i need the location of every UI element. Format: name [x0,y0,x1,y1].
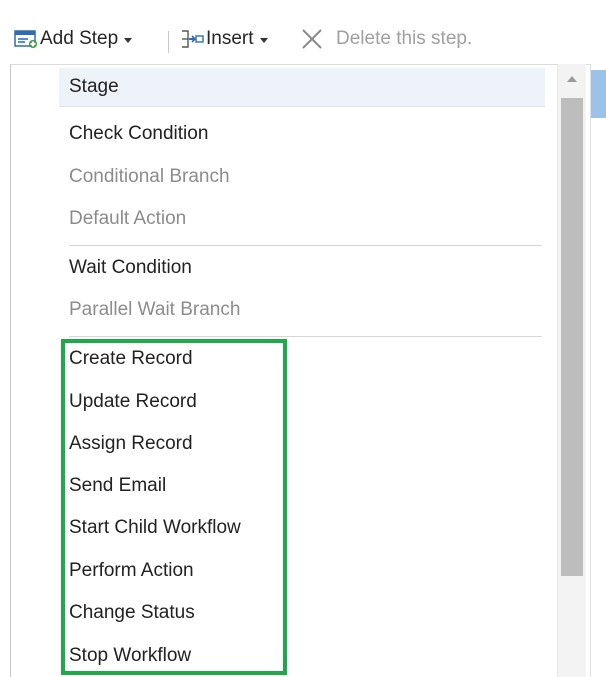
add-step-button[interactable]: Add Step [14,24,133,54]
menu-item-label: Perform Action [69,560,194,581]
menu-item-label: Conditional Branch [69,166,230,187]
scroll-up-arrow-icon[interactable] [567,76,577,82]
toolbar-separator [168,31,169,53]
menu-item-assign-record[interactable]: Assign Record [69,425,193,463]
menu-item-label: Create Record [69,348,193,369]
menu-scrollbar[interactable] [557,64,586,677]
menu-item-label: Wait Condition [69,257,192,278]
menu-item-stop-workflow[interactable]: Stop Workflow [69,637,191,675]
menu-item-label: Change Status [69,602,195,623]
chevron-down-icon [259,37,268,43]
menu-item-perform-action[interactable]: Perform Action [69,552,194,590]
delete-step-button[interactable]: Delete this step. [300,24,472,54]
menu-item-update-record[interactable]: Update Record [69,383,197,421]
menu-item-wait-condition[interactable]: Wait Condition [69,249,192,287]
menu-item-create-record[interactable]: Create Record [69,340,193,378]
insert-icon [180,28,204,50]
menu-item-default-action: Default Action [69,200,186,238]
menu-item-label: Assign Record [69,433,193,454]
menu-item-label: Stop Workflow [69,645,192,666]
menu-item-label: Stage [69,76,119,97]
menu-item-conditional-branch: Conditional Branch [69,158,230,196]
insert-button[interactable]: Insert [180,24,268,54]
menu-item-label: Parallel Wait Branch [69,299,241,320]
menu-item-label: Start Child Workflow [69,517,241,538]
menu-item-stage[interactable]: Stage [59,68,545,107]
menu-separator [69,245,542,246]
close-icon [300,28,324,50]
menu-item-start-child-workflow[interactable]: Start Child Workflow [69,509,241,547]
menu-item-parallel-wait-branch: Parallel Wait Branch [69,291,240,329]
menu-item-label: Default Action [69,208,187,229]
background-header-accent [591,70,606,118]
scrollbar-thumb[interactable] [561,98,583,576]
add-step-menu: Stage Check Condition Conditional Branch… [10,64,591,677]
insert-label: Insert [206,28,254,49]
add-step-label: Add Step [40,28,119,49]
menu-separator [69,336,542,337]
screen: Add Step Insert Delete this step. Stage … [0,0,606,677]
delete-step-label: Delete this step. [336,28,473,49]
chevron-down-icon [124,37,133,43]
background-panel-edge [590,64,606,677]
menu-item-send-email[interactable]: Send Email [69,467,166,505]
menu-item-label: Send Email [69,475,167,496]
menu-item-change-status[interactable]: Change Status [69,594,195,632]
menu-item-check-condition[interactable]: Check Condition [69,115,208,153]
menu-item-label: Check Condition [69,123,209,144]
menu-item-label: Update Record [69,391,197,412]
toolbar: Add Step Insert Delete this step. [0,0,606,64]
add-step-icon [14,29,38,49]
